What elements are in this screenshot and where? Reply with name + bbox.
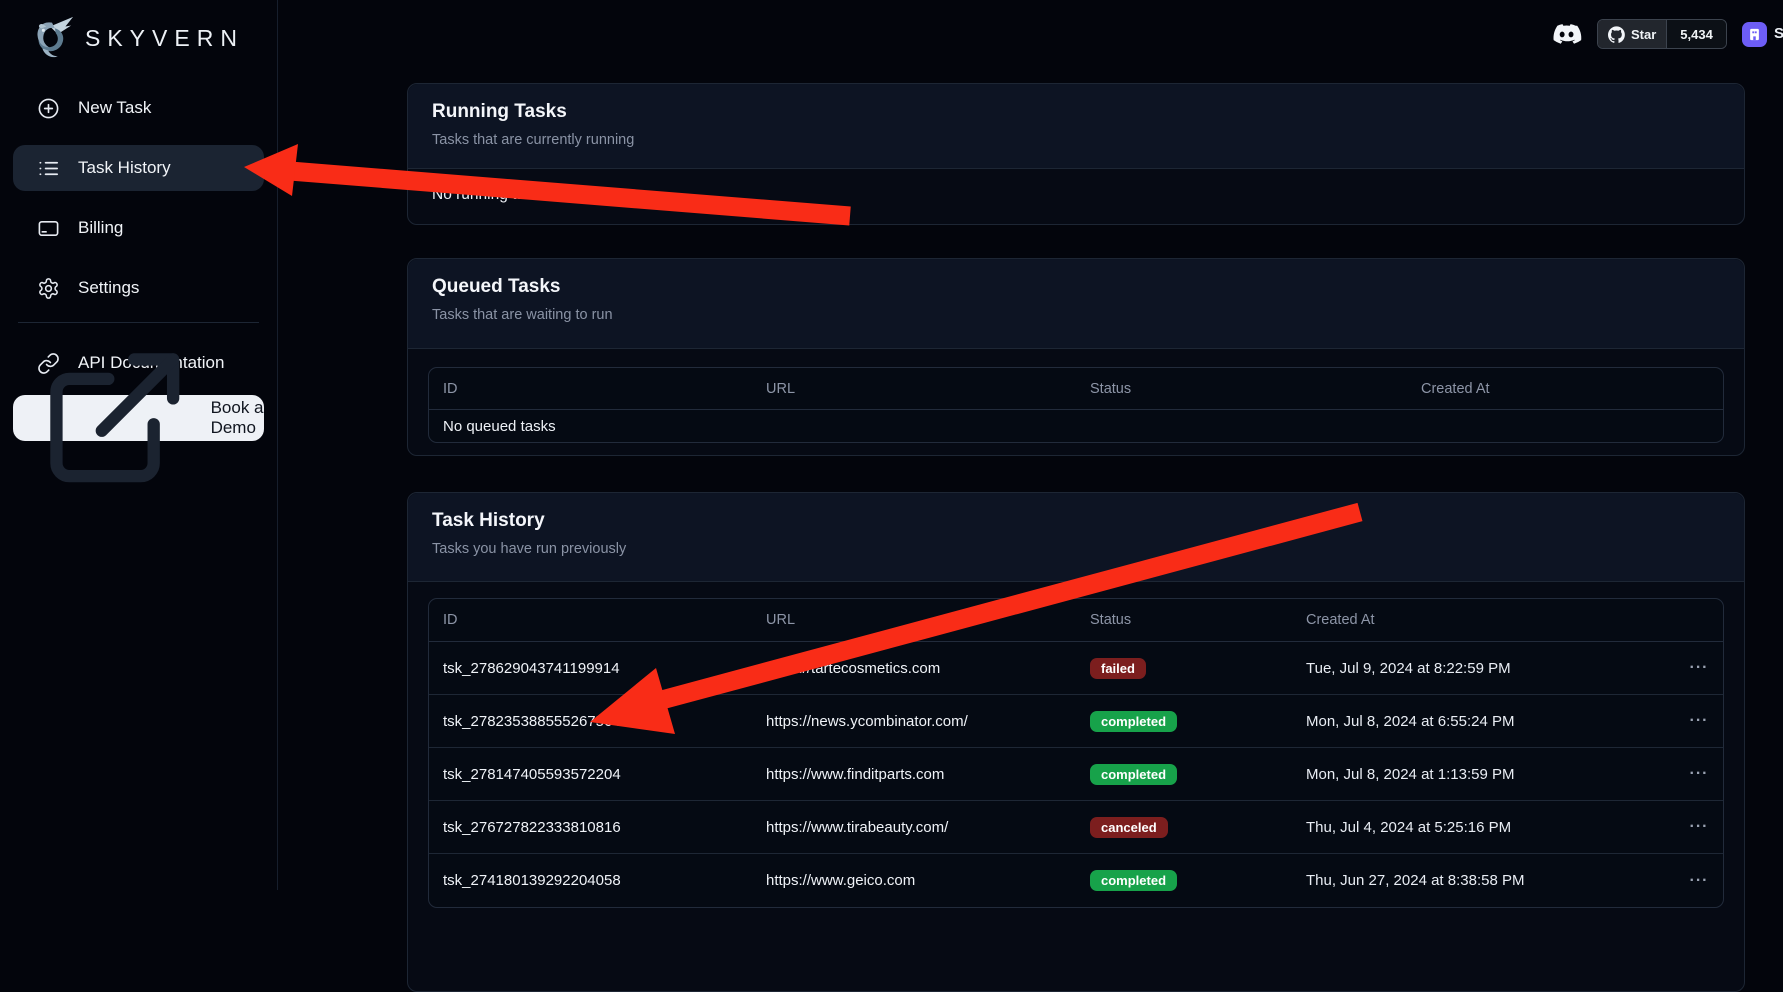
plus-circle-icon — [37, 97, 60, 120]
task-id-cell: tsk_278629043741199914 — [429, 660, 752, 677]
topbar: Star 5,434 S — [0, 0, 1783, 60]
task-created-at-cell: Tue, Jul 9, 2024 at 8:22:59 PM — [1292, 660, 1675, 677]
card-subtitle: Tasks that are currently running — [432, 132, 1720, 148]
sidebar-item-settings[interactable]: Settings — [13, 265, 264, 311]
running-tasks-card: Running Tasks Tasks that are currently r… — [407, 83, 1745, 225]
task-id-cell: tsk_278235388555267564 — [429, 713, 752, 730]
queued-tasks-card: Queued Tasks Tasks that are waiting to r… — [407, 258, 1745, 456]
task-status-cell: failed — [1076, 658, 1292, 679]
sidebar-item-label: New Task — [78, 98, 151, 118]
table-header-row: ID URL Status Created At — [429, 368, 1723, 410]
queued-tasks-table: ID URL Status Created At No queued tasks — [428, 367, 1724, 443]
table-header-row: ID URL Status Created At — [429, 599, 1723, 642]
task-url-cell: https://www.geico.com — [752, 872, 1076, 889]
card-subtitle: Tasks that are waiting to run — [432, 307, 1720, 323]
task-created-at-cell: Mon, Jul 8, 2024 at 1:13:59 PM — [1292, 766, 1675, 783]
row-actions-ellipsis-button[interactable]: ··· — [1675, 659, 1723, 677]
column-header-id: ID — [429, 381, 752, 397]
task-status-cell: completed — [1076, 870, 1292, 891]
task-id-cell: tsk_276727822333810816 — [429, 819, 752, 836]
sidebar-item-billing[interactable]: Billing — [13, 205, 264, 251]
table-row[interactable]: tsk_274180139292204058 https://www.geico… — [429, 854, 1723, 907]
gear-icon — [37, 277, 60, 300]
status-badge: failed — [1090, 658, 1146, 679]
column-header-status: Status — [1076, 612, 1292, 628]
task-url-cell: https://news.ycombinator.com/ — [752, 713, 1076, 730]
github-star-count: 5,434 — [1666, 20, 1726, 48]
sidebar-item-label: Settings — [78, 278, 139, 298]
row-actions-ellipsis-button[interactable]: ··· — [1675, 872, 1723, 890]
card-subtitle: Tasks you have run previously — [432, 541, 1720, 557]
sidebar-item-task-history[interactable]: Task History — [13, 145, 264, 191]
task-status-cell: canceled — [1076, 817, 1292, 838]
status-badge: completed — [1090, 711, 1177, 732]
task-history-table: ID URL Status Created At tsk_27862904374… — [428, 598, 1724, 908]
queued-tasks-header: Queued Tasks Tasks that are waiting to r… — [408, 259, 1744, 349]
task-created-at-cell: Thu, Jul 4, 2024 at 5:25:16 PM — [1292, 819, 1675, 836]
skyvern-app: { "brand": { "name": "SKYVERN" }, "topba… — [0, 0, 1783, 890]
github-star-label: Star — [1631, 27, 1656, 42]
github-star-widget[interactable]: Star 5,434 — [1597, 19, 1727, 49]
column-header-url: URL — [752, 612, 1076, 628]
running-tasks-header: Running Tasks Tasks that are currently r… — [408, 84, 1744, 169]
sidebar-nav: New Task Task History Billing — [13, 85, 264, 311]
github-octocat-icon — [1608, 26, 1625, 43]
status-badge: completed — [1090, 764, 1177, 785]
sidebar-item-label: Billing — [78, 218, 123, 238]
status-badge: completed — [1090, 870, 1177, 891]
card-title: Task History — [432, 510, 1720, 532]
list-icon — [37, 157, 60, 180]
row-actions-ellipsis-button[interactable]: ··· — [1675, 712, 1723, 730]
avatar[interactable] — [1742, 22, 1767, 47]
table-row[interactable]: tsk_276727822333810816 https://www.tirab… — [429, 801, 1723, 854]
task-created-at-cell: Thu, Jun 27, 2024 at 8:38:58 PM — [1292, 872, 1675, 889]
sidebar-divider — [18, 322, 259, 323]
table-row[interactable]: tsk_278147405593572204 https://www.findi… — [429, 748, 1723, 801]
task-url-cell: https://tartecosmetics.com — [752, 660, 1076, 677]
book-a-demo-button[interactable]: Book a Demo — [13, 395, 264, 441]
task-status-cell: completed — [1076, 764, 1292, 785]
task-history-header: Task History Tasks you have run previous… — [408, 493, 1744, 582]
task-url-cell: https://www.tirabeauty.com/ — [752, 819, 1076, 836]
task-status-cell: completed — [1076, 711, 1292, 732]
status-badge: canceled — [1090, 817, 1168, 838]
card-title: Running Tasks — [432, 101, 1720, 123]
sidebar-item-label: Task History — [78, 158, 171, 178]
row-actions-ellipsis-button[interactable]: ··· — [1675, 765, 1723, 783]
external-link-icon — [37, 340, 193, 496]
column-header-id: ID — [429, 612, 752, 628]
card-title: Queued Tasks — [432, 276, 1720, 298]
task-history-card: Task History Tasks you have run previous… — [407, 492, 1745, 992]
sidebar-item-new-task[interactable]: New Task — [13, 85, 264, 131]
task-url-cell: https://www.finditparts.com — [752, 766, 1076, 783]
cta-label: Book a Demo — [211, 398, 264, 438]
column-header-created-at: Created At — [1407, 381, 1723, 397]
column-header-status: Status — [1076, 381, 1407, 397]
task-history-rows: tsk_278629043741199914 https://tartecosm… — [429, 642, 1723, 907]
running-tasks-empty-state: No running tasks — [408, 169, 1744, 221]
task-id-cell: tsk_278147405593572204 — [429, 766, 752, 783]
task-created-at-cell: Mon, Jul 8, 2024 at 6:55:24 PM — [1292, 713, 1675, 730]
column-header-url: URL — [752, 381, 1076, 397]
task-id-cell: tsk_274180139292204058 — [429, 872, 752, 889]
table-row[interactable]: tsk_278629043741199914 https://tartecosm… — [429, 642, 1723, 695]
row-actions-ellipsis-button[interactable]: ··· — [1675, 818, 1723, 836]
sidebar: SKYVERN New Task Task History — [0, 0, 278, 890]
column-header-created-at: Created At — [1292, 612, 1675, 628]
table-row[interactable]: tsk_278235388555267564 https://news.ycom… — [429, 695, 1723, 748]
org-name-clipped: S — [1774, 25, 1783, 42]
discord-icon[interactable] — [1550, 20, 1582, 48]
credit-card-icon — [37, 217, 60, 240]
queued-tasks-empty-state: No queued tasks — [429, 410, 1723, 442]
